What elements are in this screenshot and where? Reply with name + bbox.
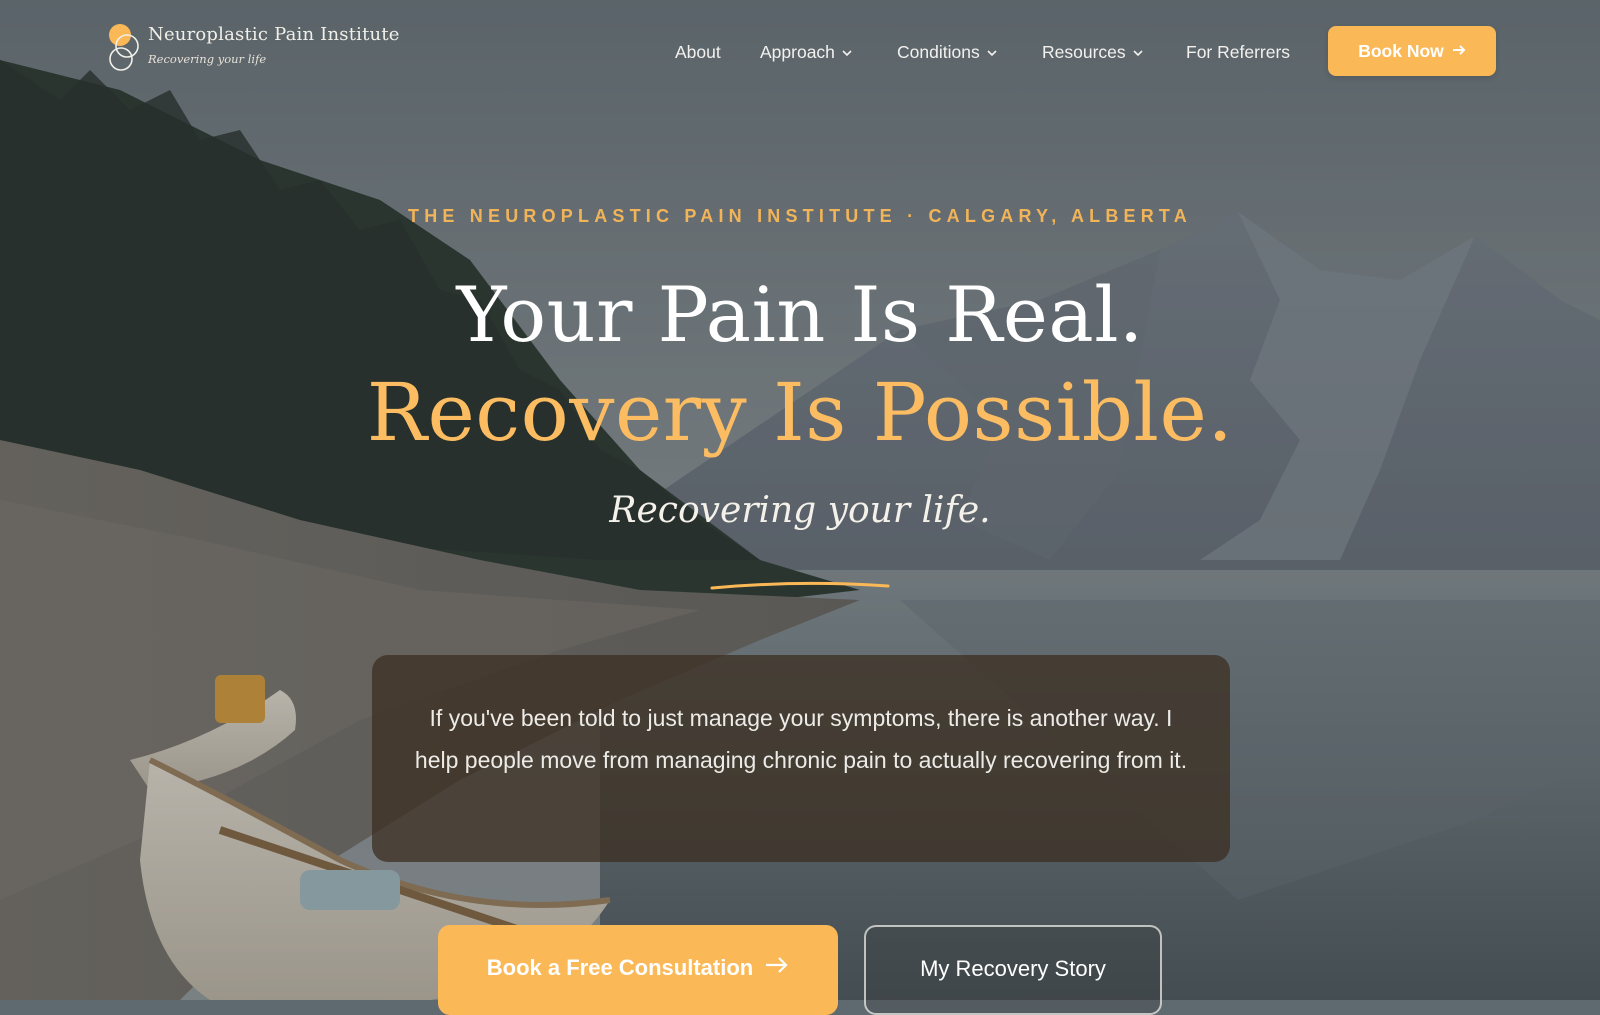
arrow-right-icon [765,955,789,981]
nav-item-conditions[interactable]: Conditions [897,40,998,64]
book-consultation-label: Book a Free Consultation [486,955,754,980]
nav-item-label: About [675,42,721,62]
chevron-down-icon [986,47,998,59]
nav-item-label: Resources [1042,42,1126,62]
book-now-button[interactable]: Book Now [1328,26,1496,76]
chevron-down-icon [1132,47,1144,59]
intro-card: If you've been told to just manage your … [372,655,1230,862]
nav-item-label: For Referrers [1186,42,1291,62]
nav-item-label: Approach [760,42,835,62]
nav-item-approach[interactable]: Approach [760,40,853,64]
nav-item-label: Conditions [897,42,980,62]
hero-headline-line2: Recovery Is Possible. [366,366,1234,459]
chevron-down-icon [841,47,853,59]
site-header: Neuroplastic Pain Institute Recovering y… [0,0,1600,100]
book-now-label: Book Now [1358,40,1444,61]
recovery-story-button[interactable]: My Recovery Story [864,925,1162,1015]
hero-headline-line1: Your Pain Is Real. [456,270,1144,359]
nav-item-about[interactable]: About [675,40,721,64]
arrow-right-icon [1452,41,1466,62]
hero-tagline: Recovering your life. [609,490,991,531]
recovery-story-label: My Recovery Story [920,956,1106,981]
nav-item-for-referrers[interactable]: For Referrers [1186,40,1290,64]
book-consultation-button[interactable]: Book a Free Consultation [438,925,838,1015]
hero-eyebrow: THE NEUROPLASTIC PAIN INSTITUTE · CALGAR… [408,206,1192,226]
intro-text: If you've been told to just manage your … [414,705,1188,773]
decorative-swoosh [710,581,890,590]
nav-item-resources[interactable]: Resources [1042,40,1144,64]
